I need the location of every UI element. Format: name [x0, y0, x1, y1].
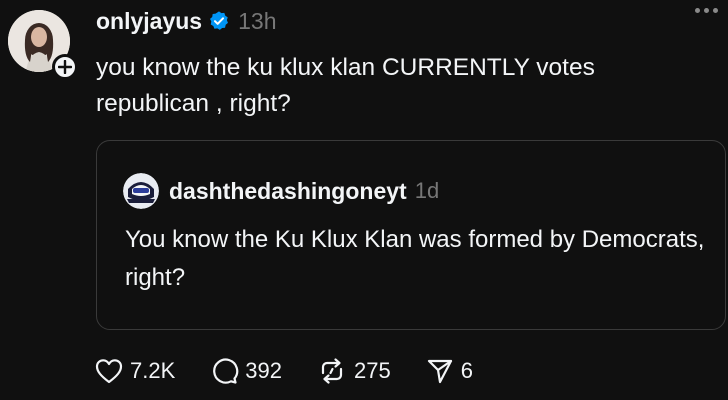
quoted-post-card[interactable]: dashthedashingoneyt 1d You know the Ku K… — [96, 140, 726, 330]
like-count: 7.2K — [130, 358, 176, 383]
quoted-timestamp: 1d — [414, 178, 440, 203]
quoted-username[interactable]: dashthedashingoneyt — [169, 178, 407, 205]
share-count: 6 — [460, 358, 473, 383]
quoted-post-text: You know the Ku Klux Klan was formed by … — [125, 226, 705, 291]
quoted-post-header: dashthedashingoneyt 1d — [123, 173, 439, 209]
author-username[interactable]: onlyjayus — [96, 8, 202, 35]
comment-bubble-icon — [213, 358, 239, 384]
avatar[interactable] — [123, 173, 159, 209]
author-avatar-wrap[interactable] — [8, 10, 78, 80]
heart-icon — [95, 359, 123, 384]
plus-icon — [58, 60, 72, 74]
reply-count: 392 — [245, 358, 282, 383]
repost-arrows-icon — [321, 358, 343, 384]
repost-button[interactable]: 275 — [316, 356, 391, 386]
post-text: you know the ku klux klan CURRENTLY vote… — [96, 54, 595, 117]
verified-badge-icon — [208, 10, 230, 32]
reply-button[interactable]: 392 — [209, 356, 282, 386]
post-header: onlyjayus 13h — [96, 6, 276, 36]
more-horizontal-icon[interactable] — [695, 8, 718, 13]
repost-count: 275 — [353, 358, 391, 383]
follow-button[interactable] — [52, 54, 78, 80]
like-button[interactable]: 7.2K — [94, 357, 175, 385]
post-actions: 7.2K 392 275 6 — [94, 356, 507, 386]
share-button[interactable]: 6 — [425, 356, 473, 386]
post-timestamp: 13h — [238, 7, 277, 34]
send-paper-plane-icon — [427, 359, 452, 384]
